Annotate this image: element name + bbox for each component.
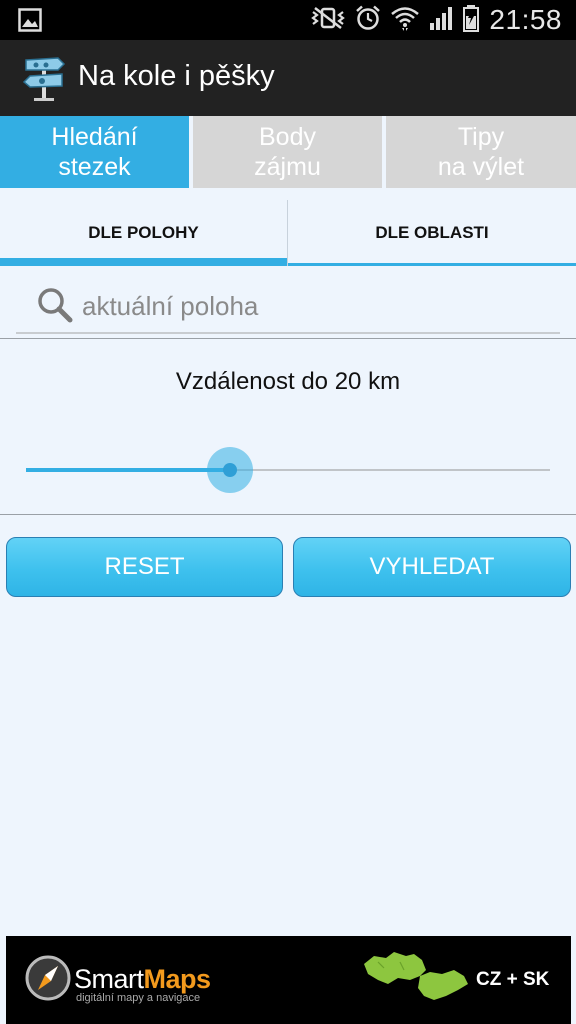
- slider-fill: [26, 468, 230, 472]
- distance-slider[interactable]: [26, 446, 550, 494]
- tab-label-line1: Body: [259, 123, 316, 151]
- search-button[interactable]: VYHLEDAT: [293, 537, 571, 597]
- signal-icon: [428, 5, 454, 36]
- smartmaps-banner[interactable]: SmartMaps digitální mapy a navigace CZ +…: [6, 936, 571, 1024]
- signpost-icon: [22, 54, 66, 107]
- cz-sk-map-icon: [360, 950, 472, 1015]
- region-label: CZ + SK: [476, 969, 550, 990]
- distance-label: Vzdálenost do 20 km: [175, 368, 401, 395]
- tab-label-line1: Hledání: [51, 123, 138, 151]
- compass-logo-icon: [24, 954, 72, 1007]
- gallery-icon: [18, 8, 42, 37]
- tab-trail-search[interactable]: Hledání stezek: [0, 116, 189, 188]
- tab-label-line2: na výlet: [437, 153, 525, 181]
- status-bar: 21:58: [0, 0, 576, 40]
- search-icon: [36, 286, 74, 329]
- status-icons: [310, 4, 480, 37]
- tab-label-line1: Tipy: [457, 123, 505, 151]
- tab-by-area[interactable]: DLE OBLASTI: [288, 200, 576, 266]
- tab-label-line2: stezek: [58, 153, 131, 181]
- vibrate-mute-icon: [310, 6, 346, 35]
- main-tabs: Hledání stezek Body zájmu Tipy na výlet: [0, 116, 576, 188]
- tab-by-location-label: DLE POLOHY: [88, 223, 199, 242]
- action-bar: Na kole i pěšky: [0, 40, 576, 116]
- battery-icon: [462, 4, 480, 37]
- status-clock: 21:58: [489, 4, 562, 35]
- slider-thumb[interactable]: [223, 463, 237, 477]
- alarm-icon: [354, 4, 382, 37]
- brand-name-part2: Maps: [143, 964, 212, 994]
- app-title: Na kole i pěšky: [78, 60, 275, 92]
- tab-by-area-label: DLE OBLASTI: [375, 223, 489, 242]
- wifi-icon: [390, 4, 420, 37]
- tab-label-line2: zájmu: [254, 153, 321, 181]
- brand-name-part1: Smart: [74, 964, 144, 994]
- divider: [0, 514, 576, 515]
- tab-trip-tips[interactable]: Tipy na výlet: [386, 116, 576, 188]
- search-field: [16, 280, 560, 334]
- tab-by-location[interactable]: DLE POLOHY: [0, 200, 288, 266]
- brand-name: SmartMaps: [74, 964, 211, 995]
- reset-button[interactable]: RESET: [6, 537, 283, 597]
- search-mode-tabs: DLE POLOHY DLE OBLASTI: [0, 200, 576, 266]
- location-search-input[interactable]: [80, 286, 544, 326]
- tab-points-of-interest[interactable]: Body zájmu: [193, 116, 382, 188]
- divider: [0, 338, 576, 339]
- brand-tagline: digitální mapy a navigace: [76, 992, 201, 1004]
